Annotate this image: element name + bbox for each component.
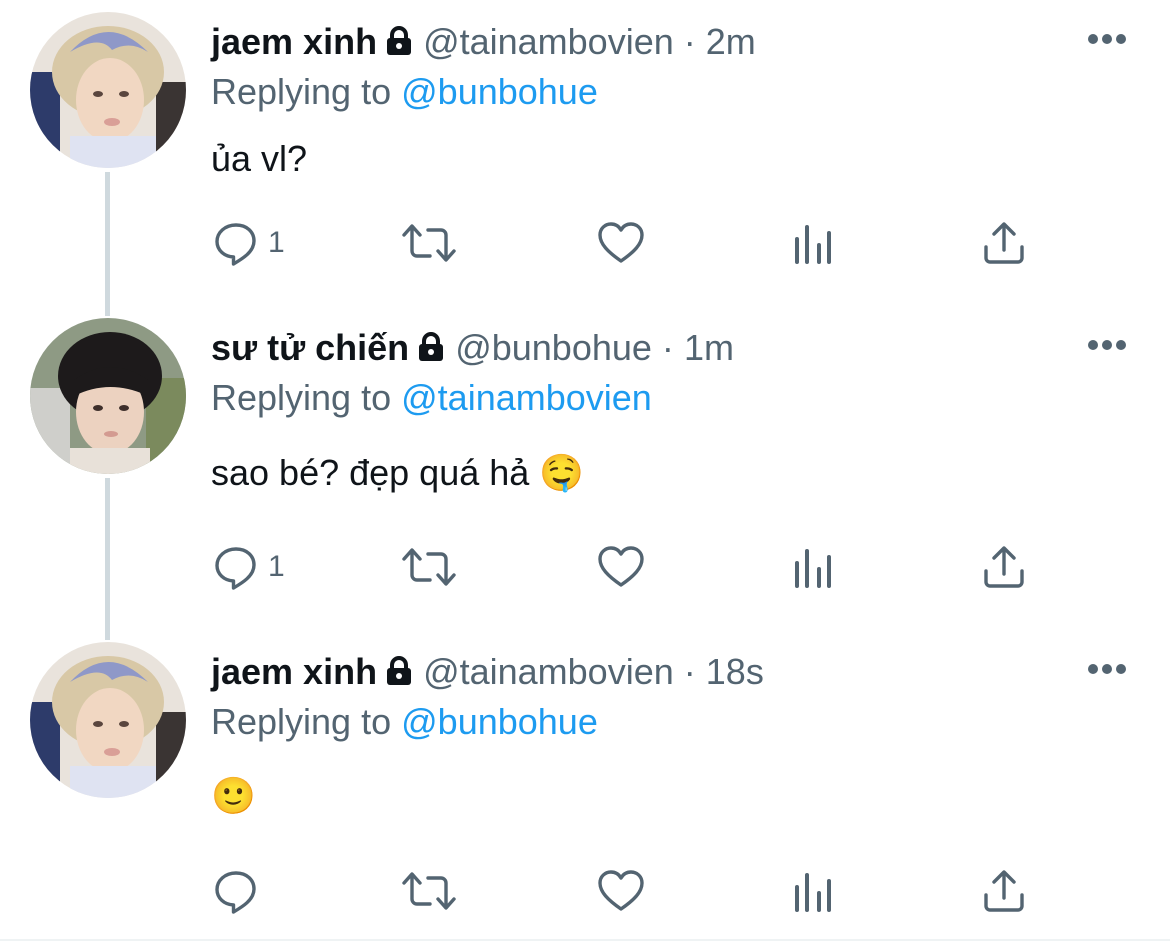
- share-upload-icon: [980, 219, 1028, 267]
- lock-icon: [417, 328, 445, 372]
- avatar-image: [30, 642, 186, 798]
- retweet-icon: [400, 219, 458, 267]
- reply-count: 1: [268, 550, 285, 583]
- replying-to-label: Replying to: [211, 701, 392, 742]
- like-button[interactable]: [596, 542, 646, 592]
- timestamp[interactable]: 2m: [706, 21, 756, 62]
- avatar[interactable]: [30, 642, 186, 798]
- analytics-bars-icon: [792, 867, 834, 915]
- user-handle[interactable]: @bunbohue: [455, 327, 652, 368]
- heart-icon: [596, 867, 646, 915]
- tweet[interactable]: sư tử chiến @bunbohue · 1m Replying to @t…: [0, 300, 1170, 630]
- retweet-icon: [400, 867, 458, 915]
- more-options-icon[interactable]: [1086, 662, 1128, 676]
- replying-to-label: Replying to: [211, 377, 392, 418]
- timestamp[interactable]: 18s: [706, 651, 764, 692]
- separator-dot: ·: [661, 327, 674, 368]
- like-button[interactable]: [596, 218, 646, 268]
- tweet[interactable]: jaem xinh @tainambovien · 18s Replying to…: [0, 630, 1170, 940]
- avatar[interactable]: [30, 12, 186, 168]
- reply-bubble-icon: [212, 219, 260, 267]
- user-handle[interactable]: @tainambovien: [423, 651, 674, 692]
- share-button[interactable]: [980, 218, 1028, 268]
- retweet-button[interactable]: [400, 866, 458, 916]
- lock-icon: [385, 652, 413, 696]
- reply-button[interactable]: 1: [212, 542, 285, 592]
- heart-icon: [596, 543, 646, 591]
- tweet-header: jaem xinh @tainambovien · 2m: [211, 20, 756, 66]
- share-button[interactable]: [980, 866, 1028, 916]
- tweet-text: sao bé? đẹp quá hả 🤤: [211, 452, 585, 493]
- display-name[interactable]: sư tử chiến: [211, 327, 409, 368]
- user-handle[interactable]: @tainambovien: [423, 21, 674, 62]
- tweet-actions: 1: [0, 218, 1170, 268]
- lock-icon: [385, 22, 413, 66]
- separator-dot: ·: [683, 651, 696, 692]
- reply-button[interactable]: [212, 866, 268, 916]
- display-name[interactable]: jaem xinh: [211, 21, 377, 62]
- tweet-actions: [0, 866, 1170, 916]
- tweet-header: jaem xinh @tainambovien · 18s: [211, 650, 764, 696]
- tweet-text: 🙂: [211, 775, 256, 816]
- replying-to-handle[interactable]: @bunbohue: [401, 71, 598, 112]
- avatar-image: [30, 318, 186, 474]
- analytics-bars-icon: [792, 543, 834, 591]
- replying-to-handle[interactable]: @tainambovien: [401, 377, 652, 418]
- replying-to: Replying to @bunbohue: [211, 700, 598, 744]
- like-button[interactable]: [596, 866, 646, 916]
- replying-to: Replying to @tainambovien: [211, 376, 652, 420]
- separator-dot: ·: [683, 21, 696, 62]
- view-analytics-button[interactable]: [792, 542, 834, 592]
- more-options-icon[interactable]: [1086, 338, 1128, 352]
- replying-to-handle[interactable]: @bunbohue: [401, 701, 598, 742]
- share-upload-icon: [980, 543, 1028, 591]
- reply-bubble-icon: [212, 867, 260, 915]
- retweet-button[interactable]: [400, 542, 458, 592]
- view-analytics-button[interactable]: [792, 218, 834, 268]
- replying-to: Replying to @bunbohue: [211, 70, 598, 114]
- reply-button[interactable]: 1: [212, 218, 285, 268]
- tweet-text: ủa vl?: [211, 138, 308, 179]
- avatar-image: [30, 12, 186, 168]
- tweet[interactable]: jaem xinh @tainambovien · 2m Replying to …: [0, 0, 1170, 300]
- analytics-bars-icon: [792, 219, 834, 267]
- share-upload-icon: [980, 867, 1028, 915]
- reply-count: 1: [268, 226, 285, 259]
- tweet-actions: 1: [0, 542, 1170, 592]
- more-options-icon[interactable]: [1086, 32, 1128, 46]
- display-name[interactable]: jaem xinh: [211, 651, 377, 692]
- share-button[interactable]: [980, 542, 1028, 592]
- divider: [0, 939, 1170, 941]
- retweet-button[interactable]: [400, 218, 458, 268]
- timestamp[interactable]: 1m: [684, 327, 734, 368]
- view-analytics-button[interactable]: [792, 866, 834, 916]
- replying-to-label: Replying to: [211, 71, 392, 112]
- avatar[interactable]: [30, 318, 186, 474]
- heart-icon: [596, 219, 646, 267]
- retweet-icon: [400, 543, 458, 591]
- tweet-header: sư tử chiến @bunbohue · 1m: [211, 326, 734, 372]
- reply-bubble-icon: [212, 543, 260, 591]
